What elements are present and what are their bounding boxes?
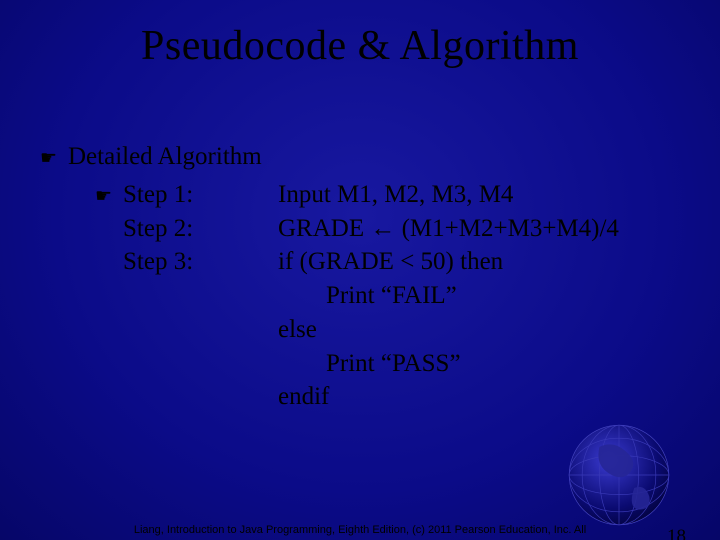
continuation-line: Print “FAIL” xyxy=(123,279,700,313)
step-label: Step 1: xyxy=(123,178,278,212)
step-body: GRADE ← (M1+M2+M3+M4)/4 xyxy=(278,212,700,246)
continuation-line: else xyxy=(123,313,700,347)
continuation-text: Print “FAIL” xyxy=(278,279,700,313)
step-body: Input M1, M2, M3, M4 xyxy=(278,178,700,212)
step-line: Step 1: Input M1, M2, M3, M4 xyxy=(123,178,700,212)
continuation-text: Print “PASS” xyxy=(278,347,700,381)
algorithm-block: ☛ Step 1: Input M1, M2, M3, M4 Step 2: G… xyxy=(95,178,700,414)
step-row: ☛ Step 1: Input M1, M2, M3, M4 Step 2: G… xyxy=(95,178,700,414)
continuation-text: else xyxy=(278,313,700,347)
page-number: 18 xyxy=(667,526,686,540)
bullet-heading: Detailed Algorithm xyxy=(68,140,262,174)
continuation-line: endif xyxy=(123,380,700,414)
hand-bullet-icon: ☛ xyxy=(95,184,123,210)
footer-citation: Liang, Introduction to Java Programming,… xyxy=(0,523,720,540)
globe-graphic xyxy=(554,410,684,540)
slide-title: Pseudocode & Algorithm xyxy=(0,22,720,70)
continuation-line: Print “PASS” xyxy=(123,347,700,381)
step-label: Step 2: xyxy=(123,212,278,246)
step-line: Step 3: if (GRADE < 50) then xyxy=(123,245,700,279)
continuation-text: endif xyxy=(278,380,700,414)
slide-content: ☛ Detailed Algorithm ☛ Step 1: Input M1,… xyxy=(40,140,700,414)
step-label: Step 3: xyxy=(123,245,278,279)
hand-bullet-icon: ☛ xyxy=(40,146,68,172)
footer-line-1: Liang, Introduction to Java Programming,… xyxy=(134,524,586,536)
step-body: if (GRADE < 50) then xyxy=(278,245,700,279)
step-line: Step 2: GRADE ← (M1+M2+M3+M4)/4 xyxy=(123,212,700,246)
bullet-heading-row: ☛ Detailed Algorithm xyxy=(40,140,700,174)
